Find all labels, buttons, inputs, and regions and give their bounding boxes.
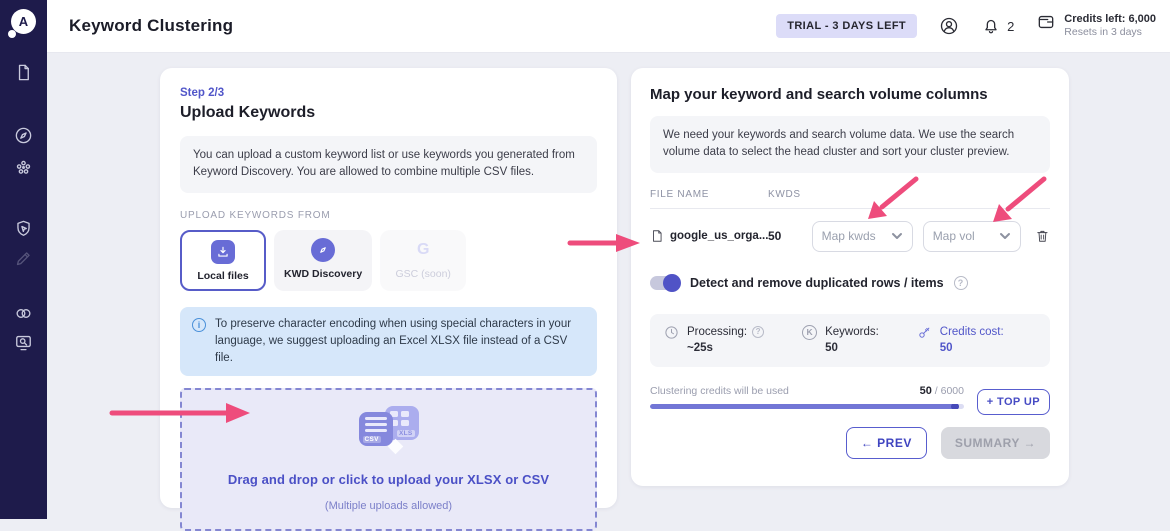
sidebar: A [0, 0, 47, 519]
key-icon [917, 325, 932, 340]
top-up-button[interactable]: + TOP UP [976, 388, 1050, 415]
delete-file-trash-icon[interactable] [1035, 227, 1050, 245]
csv-file-icon: CSV [358, 412, 393, 447]
credits-left-text: Credits left: 6,000 [1064, 13, 1156, 26]
notifications-bell-icon[interactable] [981, 16, 1001, 36]
keywords-k-icon: K [802, 324, 818, 340]
source-option-label: GSC (soon) [395, 267, 451, 280]
map-card-title: Map your keyword and search volume colum… [650, 86, 988, 103]
csv-label: CSV [362, 436, 381, 444]
source-option-gsc[interactable]: G GSC (soon) [380, 229, 467, 291]
processing-value: ~25s [687, 342, 713, 355]
logo-dot [8, 30, 16, 38]
credits-cost-stat: Credits cost: 50 [917, 324, 1004, 357]
upload-card-description: You can upload a custom keyword list or … [180, 136, 597, 193]
google-g-icon: G [416, 240, 430, 258]
editor-icon[interactable] [14, 249, 33, 268]
map-kwds-placeholder: Map kwds [821, 229, 876, 243]
chevron-down-icon [891, 230, 903, 242]
file-document-icon [650, 228, 664, 244]
file-table-header: FILE NAME KWDS [650, 189, 1050, 209]
clustering-icon[interactable] [14, 158, 33, 177]
credits-wallet-icon[interactable] [1036, 12, 1056, 32]
source-option-local-files[interactable]: Local files [180, 229, 266, 291]
map-card-description: We need your keywords and search volume … [650, 116, 1050, 173]
uploaded-file-row: google_us_orga... 50 Map kwds Map vol [650, 209, 1050, 266]
wizard-footer-buttons: ← PREV SUMMARY → [650, 426, 1050, 459]
top-header: Keyword Clustering TRIAL - 3 DAYS LEFT 2… [47, 0, 1170, 53]
dropzone-title: Drag and drop or click to upload your XL… [227, 472, 550, 488]
help-icon: ? [953, 275, 968, 290]
site-audit-icon[interactable] [14, 333, 33, 352]
encoding-info-text: To preserve character encoding when usin… [215, 317, 572, 365]
processing-stat: Processing: ? ~25s [664, 324, 765, 357]
dedupe-toggle[interactable] [650, 273, 681, 292]
upload-source-options: Local files KWD Discovery G GSC (soon) [180, 229, 597, 291]
run-stats-bar: Processing: ? ~25s K Keywords: 50 Credit… [650, 313, 1050, 367]
credits-progress-section: Clustering credits will be used 50 / 600… [650, 384, 1050, 415]
clock-icon [664, 325, 679, 340]
compass-icon [311, 237, 336, 262]
dedupe-toggle-row: Detect and remove duplicated rows / item… [650, 273, 1050, 292]
credits-summary: Credits left: 6,000 Resets in 3 days [1064, 12, 1156, 40]
dropzone-subtitle: (Multiple uploads allowed) [324, 500, 453, 513]
source-option-label: KWD Discovery [284, 267, 363, 280]
processing-label: Processing: [687, 325, 748, 338]
compass-discovery-icon[interactable] [14, 126, 33, 145]
xls-label: XLS [396, 430, 415, 438]
summary-button[interactable]: SUMMARY → [940, 426, 1050, 459]
source-option-kwd-discovery[interactable]: KWD Discovery [274, 229, 373, 291]
keyword-count: 50 [768, 229, 782, 243]
credits-cost-value: 50 [939, 342, 953, 355]
map-columns-card: Map your keyword and search volume colum… [631, 68, 1069, 486]
step-indicator: Step 2/3 [180, 87, 225, 99]
keywords-label: Keywords: [825, 325, 879, 338]
credits-progress-label: Clustering credits will be used [650, 384, 789, 397]
notification-count: 2 [1007, 18, 1015, 34]
map-kwds-dropdown[interactable]: Map kwds [811, 220, 913, 252]
uploaded-file-name: google_us_orga... [670, 230, 768, 242]
serp-tracker-icon[interactable] [14, 219, 33, 238]
credits-usage-fraction: 50 / 6000 [919, 384, 964, 397]
trial-badge: TRIAL - 3 DAYS LEFT [776, 14, 918, 38]
download-file-icon [211, 239, 235, 264]
dedupe-toggle-label: Detect and remove duplicated rows / item… [690, 275, 944, 290]
help-icon: ? [752, 325, 765, 338]
info-icon: i [192, 317, 206, 332]
keywords-stat: K Keywords: 50 [802, 324, 879, 357]
prev-button[interactable]: ← PREV [845, 426, 927, 459]
upload-card-title: Upload Keywords [180, 104, 316, 121]
upload-keywords-card: Step 2/3 Upload Keywords You can upload … [160, 68, 617, 531]
credits-reset-text: Resets in 3 days [1064, 26, 1142, 39]
upload-source-label: UPLOAD KEYWORDS FROM [180, 209, 331, 221]
kwds-column-header: KWDS [768, 188, 801, 200]
source-option-label: Local files [197, 269, 249, 282]
encoding-info-callout: i To preserve character encoding when us… [180, 306, 597, 377]
map-vol-dropdown[interactable]: Map vol [922, 220, 1022, 252]
page-title: Keyword Clustering [69, 16, 234, 35]
keywords-value: 50 [825, 342, 838, 355]
documents-icon[interactable] [14, 63, 33, 82]
map-vol-placeholder: Map vol [932, 229, 975, 243]
linked-circles-icon[interactable] [14, 304, 33, 323]
credits-cost-label: Credits cost: [939, 325, 1004, 338]
file-name-column-header: FILE NAME [650, 188, 710, 200]
account-icon[interactable] [939, 16, 959, 36]
credits-progress-bar [650, 403, 964, 409]
app-logo[interactable]: A [0, 0, 47, 47]
chevron-down-icon [999, 230, 1011, 242]
file-dropzone[interactable]: CSV XLS Drag and drop or click to upload… [180, 388, 597, 531]
csv-xls-files-icon: CSV XLS [353, 404, 425, 456]
